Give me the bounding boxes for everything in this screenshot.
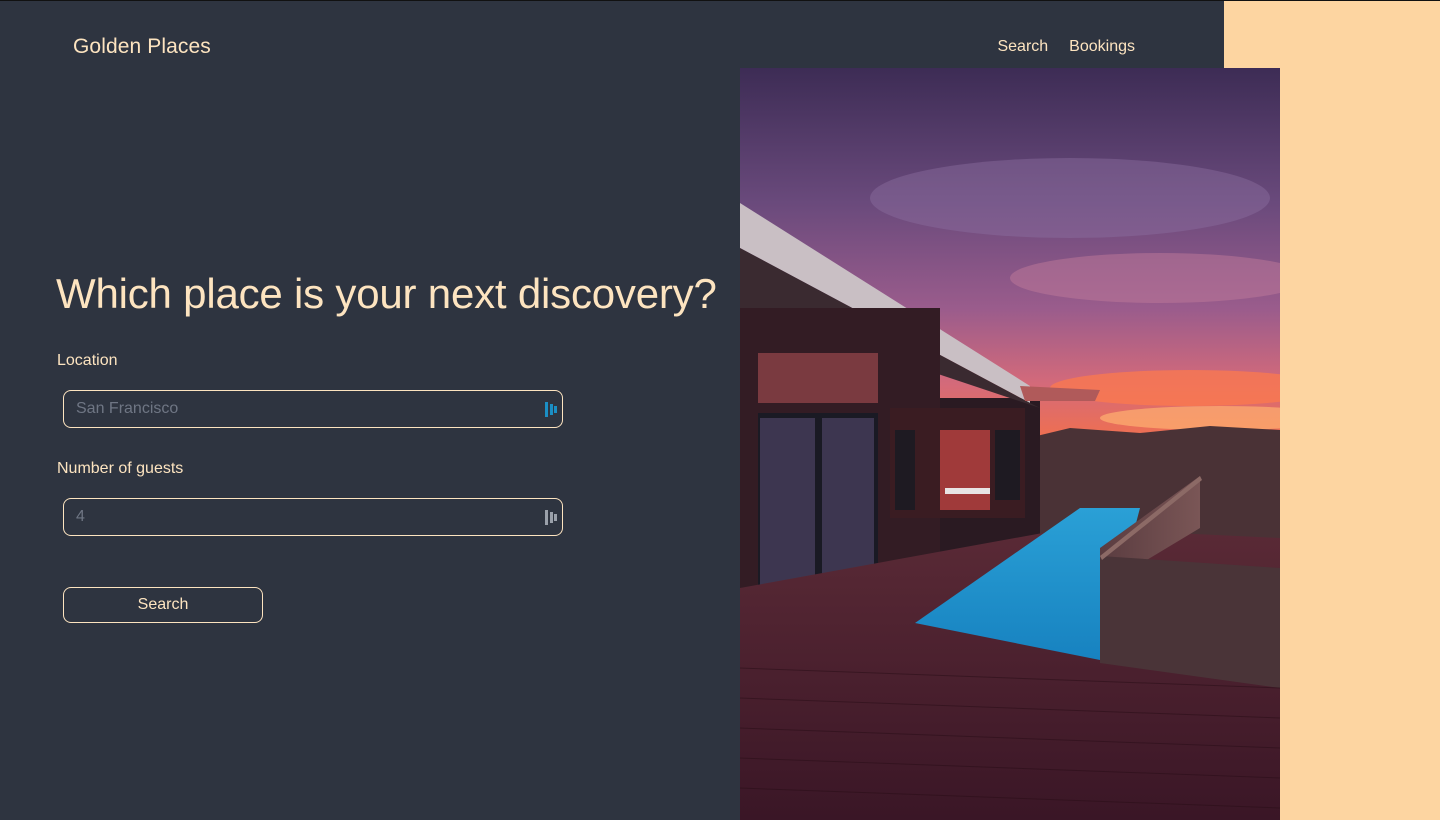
hero-photo-illustration [740,68,1280,820]
autofill-contact-icon[interactable] [545,402,557,417]
top-nav: Search Bookings [997,38,1135,56]
page-title: Which place is your next discovery? [56,270,717,317]
autofill-contact-icon[interactable] [545,510,557,525]
page: Golden Places Search Bookings Which plac… [0,0,1440,820]
guests-input[interactable] [64,499,562,535]
guests-label: Number of guests [57,460,184,477]
nav-item-bookings[interactable]: Bookings [1069,38,1135,56]
top-border [0,0,1440,1]
search-button[interactable]: Search [63,587,263,623]
hero-image [740,68,1280,820]
guests-field[interactable] [63,498,563,536]
location-label: Location [57,352,118,369]
location-input[interactable] [64,391,562,427]
brand-logo[interactable]: Golden Places [73,35,211,59]
nav-item-search[interactable]: Search [997,38,1048,56]
location-field[interactable] [63,390,563,428]
